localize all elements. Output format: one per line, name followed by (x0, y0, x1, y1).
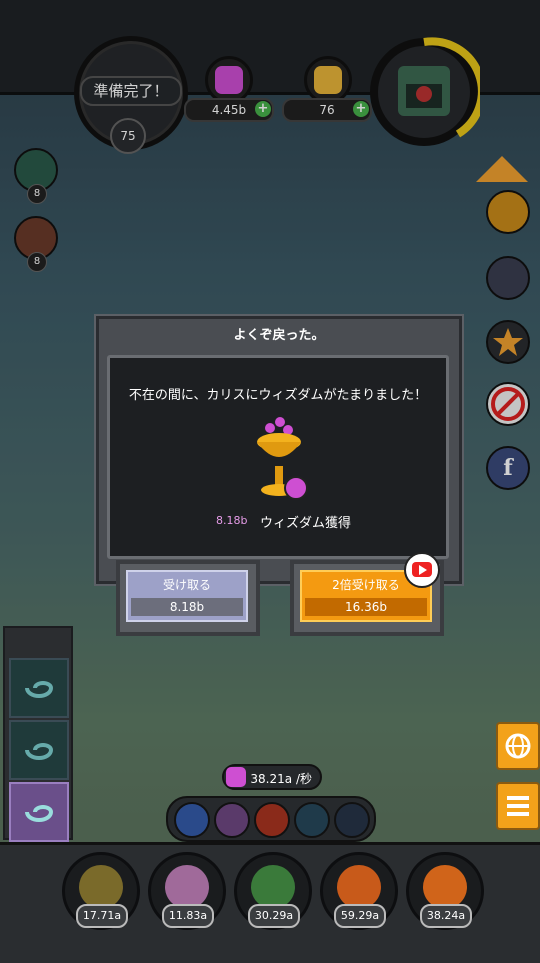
skill-slot[interactable] (174, 802, 210, 838)
video-ad-icon (404, 552, 440, 588)
hero-dps: 30.29a (248, 904, 300, 928)
wisdom-amount: 8.18b (216, 514, 248, 527)
skill-slot[interactable] (254, 802, 290, 838)
skill-slot[interactable] (294, 802, 330, 838)
hero-dps: 38.24a (420, 904, 472, 928)
dialog-message: 不在の間に、カリスにウィズダムがたまりました！ (128, 388, 428, 403)
skill-slot[interactable] (214, 802, 250, 838)
chalice-icon (257, 417, 308, 500)
swirl-icon (25, 681, 54, 698)
portal-slot[interactable] (9, 658, 69, 718)
wisdom-gem-icon (226, 767, 246, 787)
welcome-back-dialog: よくぞ戻った。 不在の間に、カリスにウィズダムがたまりました！ 8.18b ウィ… (96, 316, 462, 584)
swirl-icon (25, 805, 54, 822)
swirl-icon (25, 743, 54, 760)
rate-unit: /秒 (295, 772, 312, 786)
dialog-body: 不在の間に、カリスにウィズダムがたまりました！ 8.18b ウィズダム獲得 (107, 355, 449, 559)
claim-label: 受け取る (162, 578, 211, 592)
globe-icon (505, 733, 531, 759)
claim-value: 8.18b (131, 598, 243, 616)
portal-slot-active[interactable] (9, 782, 69, 842)
hero-dps: 11.83a (162, 904, 214, 928)
double-claim-value: 16.36b (305, 598, 427, 616)
hero-dps: 59.29a (334, 904, 386, 928)
rate-value: 38.21a (250, 772, 293, 786)
claim-button[interactable]: 受け取る 8.18b (116, 560, 260, 636)
wisdom-gain-label: ウィズダム獲得 (260, 516, 352, 531)
skill-tray (166, 796, 376, 842)
hero-dps: 17.71a (76, 904, 128, 928)
menu-button[interactable] (496, 782, 540, 830)
skill-slot[interactable] (334, 802, 370, 838)
portal-slot[interactable] (9, 720, 69, 780)
menu-icon (507, 796, 529, 816)
globe-button[interactable] (496, 722, 540, 770)
portal-panel (3, 626, 73, 842)
dialog-title: よくぞ戻った。 (233, 328, 325, 343)
